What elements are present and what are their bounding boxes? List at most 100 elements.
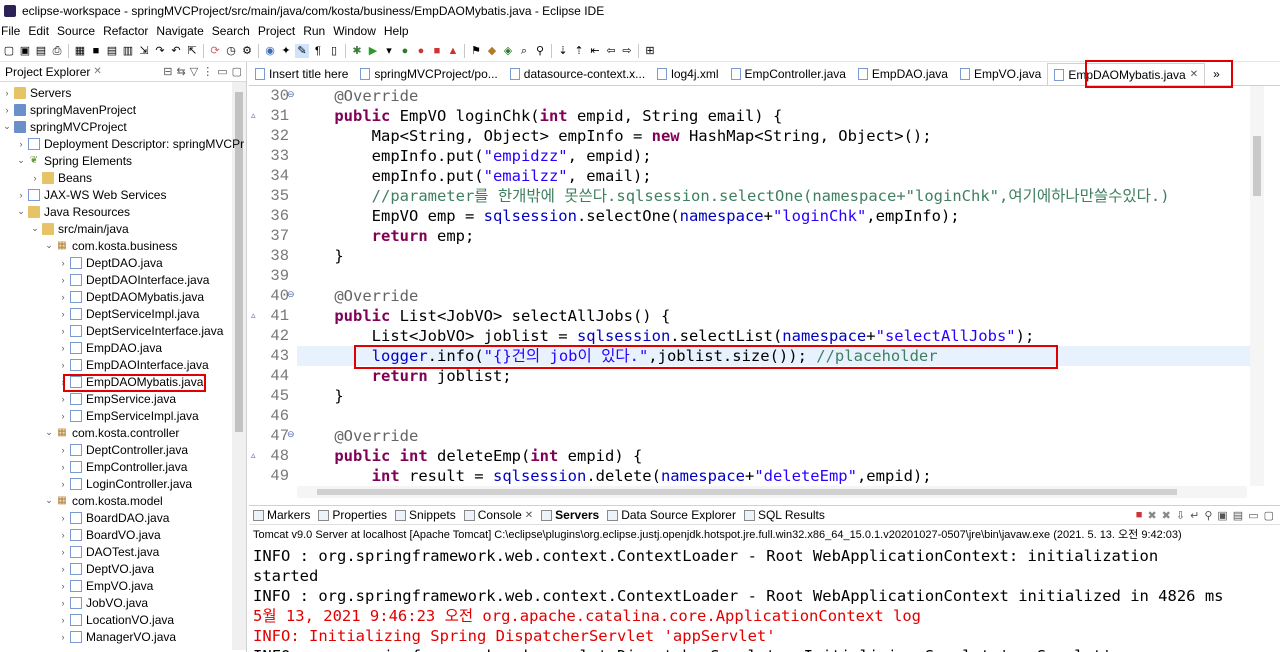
editor-tab[interactable]: EmpVO.java [954, 63, 1047, 85]
drop-frame-icon[interactable]: ⇱ [185, 44, 199, 58]
tree-item[interactable]: ⌄ ❦ Spring Elements [16, 152, 132, 169]
maximize-icon[interactable]: ▢ [232, 65, 242, 78]
editor-tab[interactable]: log4j.xml [651, 63, 724, 85]
explorer-scrollbar[interactable] [232, 82, 246, 650]
scrollbar-thumb[interactable] [1253, 136, 1261, 196]
step-over-icon[interactable]: ↷ [153, 44, 167, 58]
tree-item[interactable]: ⌄ ▦ com.kosta.model [44, 492, 162, 509]
tree-item[interactable]: › DeptDAOInterface.java [58, 271, 210, 288]
tree-item[interactable]: › BoardVO.java [58, 526, 161, 543]
chevron-right-icon[interactable]: › [58, 615, 68, 625]
tree-item[interactable]: › springMavenProject [2, 101, 137, 118]
tree-item[interactable]: › Deployment Descriptor: springMVCPr [16, 135, 245, 152]
code-line[interactable]: @Override [297, 286, 418, 306]
run-icon[interactable]: ▶ [366, 44, 380, 58]
code-line[interactable]: @Override [297, 86, 418, 106]
stop-server-icon[interactable]: ■ [430, 44, 444, 58]
tab-project-explorer[interactable]: Project Explorer ✕ [2, 65, 102, 79]
filter-icon[interactable]: ▽ [190, 65, 198, 78]
chevron-right-icon[interactable]: › [58, 581, 68, 591]
step-return-icon[interactable]: ↶ [169, 44, 183, 58]
minimize-icon[interactable]: ▭ [217, 65, 227, 78]
tree-item[interactable]: › EmpController.java [58, 458, 188, 475]
tree-item[interactable]: › DAOTest.java [58, 543, 160, 560]
tree-item[interactable]: › EmpVO.java [58, 577, 154, 594]
run-dropdown-icon[interactable]: ▾ [382, 44, 396, 58]
open-type-icon[interactable]: ⌕ [517, 44, 531, 58]
tree-item[interactable]: › DeptDAOMybatis.java [58, 288, 205, 305]
remove-all-icon[interactable]: ✖ [1162, 509, 1171, 522]
block-select-icon[interactable]: ▯ [327, 44, 341, 58]
tree-item[interactable]: › DeptServiceInterface.java [58, 322, 224, 339]
chevron-right-icon[interactable]: › [58, 411, 68, 421]
save-all-icon[interactable]: ▤ [34, 44, 48, 58]
tree-item[interactable]: ⌄ ▦ com.kosta.business [44, 237, 177, 254]
chevron-right-icon[interactable]: › [16, 190, 26, 200]
debug-icon[interactable]: ✱ [350, 44, 364, 58]
menu-project[interactable]: Project [257, 24, 300, 38]
tree-item[interactable]: › BoardDAO.java [58, 509, 170, 526]
code-line[interactable]: public int deleteEmp(int empid) { [297, 446, 642, 466]
chevron-right-icon[interactable]: › [58, 343, 68, 353]
chevron-right-icon[interactable]: › [58, 547, 68, 557]
fold-toggle-icon[interactable]: ⊖ [287, 429, 295, 440]
bottom-tab[interactable]: Console ✕ [460, 508, 537, 522]
code-line[interactable]: @Override [297, 426, 418, 446]
tree-item[interactable]: › DeptController.java [58, 441, 189, 458]
tree-item[interactable]: › Beans [30, 169, 93, 186]
chevron-right-icon[interactable]: › [58, 258, 68, 268]
open-console-icon[interactable]: ▤ [1233, 509, 1243, 522]
code-line[interactable]: public EmpVO loginChk(int empid, String … [297, 106, 782, 126]
pin-console-icon[interactable]: ⚲ [1204, 509, 1212, 522]
new-java-project-icon[interactable]: ⚑ [469, 44, 483, 58]
tree-item[interactable]: ⌄ Java Resources [16, 203, 130, 220]
code-line[interactable]: } [297, 386, 343, 406]
chevron-right-icon[interactable]: › [58, 326, 68, 336]
globe-icon[interactable]: ◉ [263, 44, 277, 58]
display-console-icon[interactable]: ▣ [1217, 509, 1227, 522]
stop-icon[interactable]: ■ [89, 44, 103, 58]
menu-search[interactable]: Search [211, 24, 255, 38]
last-edit-icon[interactable]: ⇤ [588, 44, 602, 58]
bottom-tab[interactable]: SQL Results [740, 508, 829, 522]
terminate-icon[interactable]: ■ [1136, 509, 1143, 522]
new-icon[interactable]: ▢ [2, 44, 16, 58]
chevron-right-icon[interactable]: › [58, 292, 68, 302]
tree-item[interactable]: ⌄ ▦ com.kosta.controller [44, 424, 179, 441]
code-line[interactable]: public List<JobVO> selectAllJobs() { [297, 306, 670, 326]
chevron-down-icon[interactable]: ⌄ [2, 121, 12, 132]
chevron-right-icon[interactable]: › [58, 564, 68, 574]
save-icon[interactable]: ▣ [18, 44, 32, 58]
chevron-right-icon[interactable]: › [58, 530, 68, 540]
settings-icon[interactable]: ⚙ [240, 44, 254, 58]
tree-item[interactable]: › ManagerVO.java [58, 628, 177, 645]
tree-item[interactable]: › DeptDAO.java [58, 254, 163, 271]
search-icon[interactable]: ⚲ [533, 44, 547, 58]
scroll-lock-icon[interactable]: ⇩ [1176, 509, 1185, 522]
bottom-tab[interactable]: Servers [537, 508, 603, 522]
chevron-right-icon[interactable]: › [58, 275, 68, 285]
code-line[interactable]: Map<String, Object> empInfo = new HashMa… [297, 126, 932, 146]
tree-item[interactable]: › EmpDAO.java [58, 339, 163, 356]
print-icon[interactable]: ⎙ [50, 44, 64, 58]
bottom-tab[interactable]: Snippets [391, 508, 460, 522]
forward-icon[interactable]: ⇨ [620, 44, 634, 58]
next-annotation-icon[interactable]: ⇣ [556, 44, 570, 58]
tree-item[interactable]: › EmpDAOInterface.java [58, 356, 209, 373]
code-line[interactable]: empInfo.put("empidzz", empid); [297, 146, 652, 166]
menu-help[interactable]: Help [383, 24, 414, 38]
collapse-all-icon[interactable]: ⊟ [163, 65, 172, 78]
bottom-tab[interactable]: Markers [249, 508, 314, 522]
tree-item[interactable]: ⌄ springMVCProject [2, 118, 126, 135]
editor-tab[interactable]: springMVCProject/po... [354, 63, 503, 85]
external-tools-icon[interactable]: ● [414, 44, 428, 58]
tree-item[interactable]: › Servers [2, 84, 72, 101]
chevron-right-icon[interactable]: › [58, 394, 68, 404]
coverage-icon[interactable]: ● [398, 44, 412, 58]
editor-tab[interactable]: datasource-context.x... [504, 63, 651, 85]
code-area[interactable]: @Override public EmpVO loginChk(int empi… [297, 86, 1257, 486]
tree-item[interactable]: › DeptVO.java [58, 560, 155, 577]
code-line[interactable]: empInfo.put("emailzz", email); [297, 166, 652, 186]
terminate-icon[interactable]: ▤ [105, 44, 119, 58]
tree-item[interactable]: ⌄ src/main/java [30, 220, 128, 237]
